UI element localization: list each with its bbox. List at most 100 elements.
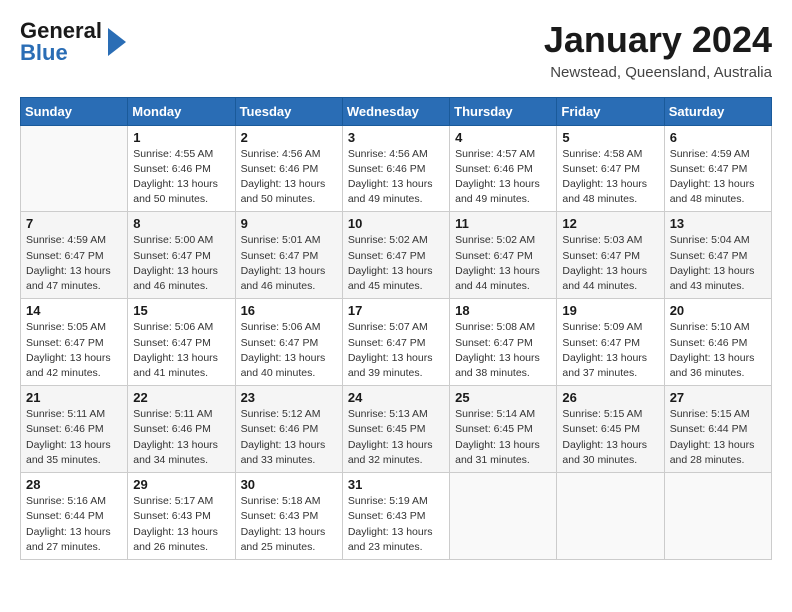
weekday-header-saturday: Saturday xyxy=(664,97,771,125)
day-number: 17 xyxy=(348,303,444,318)
weekday-header-friday: Friday xyxy=(557,97,664,125)
day-info: Sunrise: 5:19 AMSunset: 6:43 PMDaylight:… xyxy=(348,494,444,555)
day-number: 19 xyxy=(562,303,658,318)
day-info: Sunrise: 4:57 AMSunset: 6:46 PMDaylight:… xyxy=(455,147,551,208)
calendar-cell: 6 Sunrise: 4:59 AMSunset: 6:47 PMDaylight… xyxy=(664,125,771,212)
calendar-cell: 5 Sunrise: 4:58 AMSunset: 6:47 PMDaylight… xyxy=(557,125,664,212)
day-info: Sunrise: 4:56 AMSunset: 6:46 PMDaylight:… xyxy=(348,147,444,208)
day-number: 3 xyxy=(348,130,444,145)
day-info: Sunrise: 4:59 AMSunset: 6:47 PMDaylight:… xyxy=(670,147,766,208)
calendar-cell: 20 Sunrise: 5:10 AMSunset: 6:46 PMDayligh… xyxy=(664,299,771,386)
day-info: Sunrise: 5:15 AMSunset: 6:44 PMDaylight:… xyxy=(670,407,766,468)
calendar-cell: 3 Sunrise: 4:56 AMSunset: 6:46 PMDaylight… xyxy=(342,125,449,212)
logo: General Blue xyxy=(20,20,126,64)
calendar-cell xyxy=(557,473,664,560)
page-header: General Blue January 2024 Newstead, Quee… xyxy=(20,20,772,81)
day-number: 9 xyxy=(241,216,337,231)
day-info: Sunrise: 5:10 AMSunset: 6:46 PMDaylight:… xyxy=(670,320,766,381)
calendar-week-3: 14 Sunrise: 5:05 AMSunset: 6:47 PMDayligh… xyxy=(21,299,772,386)
calendar-cell xyxy=(450,473,557,560)
calendar-cell: 1Sunrise: 4:55 AMSunset: 6:46 PMDaylight… xyxy=(128,125,235,212)
day-number: 30 xyxy=(241,477,337,492)
day-info: Sunrise: 5:01 AMSunset: 6:47 PMDaylight:… xyxy=(241,233,337,294)
day-number: 1 xyxy=(133,130,229,145)
calendar-cell xyxy=(21,125,128,212)
calendar-cell: 15Sunrise: 5:06 AMSunset: 6:47 PMDayligh… xyxy=(128,299,235,386)
calendar-cell xyxy=(664,473,771,560)
calendar-cell: 24 Sunrise: 5:13 AMSunset: 6:45 PMDayligh… xyxy=(342,386,449,473)
day-info: Sunrise: 5:11 AMSunset: 6:46 PMDaylight:… xyxy=(133,407,229,468)
day-info: Sunrise: 5:00 AMSunset: 6:47 PMDaylight:… xyxy=(133,233,229,294)
day-number: 23 xyxy=(241,390,337,405)
calendar-cell: 17Sunrise: 5:07 AMSunset: 6:47 PMDayligh… xyxy=(342,299,449,386)
calendar-cell: 8 Sunrise: 5:00 AMSunset: 6:47 PMDaylight… xyxy=(128,212,235,299)
day-info: Sunrise: 5:12 AMSunset: 6:46 PMDaylight:… xyxy=(241,407,337,468)
calendar-table: SundayMondayTuesdayWednesdayThursdayFrid… xyxy=(20,97,772,560)
calendar-cell: 28 Sunrise: 5:16 AMSunset: 6:44 PMDayligh… xyxy=(21,473,128,560)
calendar-cell: 18 Sunrise: 5:08 AMSunset: 6:47 PMDayligh… xyxy=(450,299,557,386)
calendar-cell: 19 Sunrise: 5:09 AMSunset: 6:47 PMDayligh… xyxy=(557,299,664,386)
day-info: Sunrise: 5:18 AMSunset: 6:43 PMDaylight:… xyxy=(241,494,337,555)
day-info: Sunrise: 5:14 AMSunset: 6:45 PMDaylight:… xyxy=(455,407,551,468)
month-title: January 2024 xyxy=(544,20,772,60)
calendar-week-2: 7 Sunrise: 4:59 AMSunset: 6:47 PMDaylight… xyxy=(21,212,772,299)
day-number: 31 xyxy=(348,477,444,492)
day-info: Sunrise: 5:05 AMSunset: 6:47 PMDaylight:… xyxy=(26,320,122,381)
day-info: Sunrise: 5:08 AMSunset: 6:47 PMDaylight:… xyxy=(455,320,551,381)
day-info: Sunrise: 5:15 AMSunset: 6:45 PMDaylight:… xyxy=(562,407,658,468)
weekday-header-thursday: Thursday xyxy=(450,97,557,125)
day-number: 8 xyxy=(133,216,229,231)
day-number: 16 xyxy=(241,303,337,318)
calendar-cell: 25 Sunrise: 5:14 AMSunset: 6:45 PMDayligh… xyxy=(450,386,557,473)
day-number: 10 xyxy=(348,216,444,231)
calendar-cell: 21Sunrise: 5:11 AMSunset: 6:46 PMDayligh… xyxy=(21,386,128,473)
calendar-cell: 2Sunrise: 4:56 AMSunset: 6:46 PMDaylight… xyxy=(235,125,342,212)
calendar-cell: 23 Sunrise: 5:12 AMSunset: 6:46 PMDayligh… xyxy=(235,386,342,473)
day-number: 29 xyxy=(133,477,229,492)
logo-general: General xyxy=(20,20,102,42)
day-info: Sunrise: 4:56 AMSunset: 6:46 PMDaylight:… xyxy=(241,147,337,208)
day-number: 12 xyxy=(562,216,658,231)
calendar-cell: 12Sunrise: 5:03 AMSunset: 6:47 PMDayligh… xyxy=(557,212,664,299)
day-info: Sunrise: 5:02 AMSunset: 6:47 PMDaylight:… xyxy=(455,233,551,294)
day-info: Sunrise: 5:09 AMSunset: 6:47 PMDaylight:… xyxy=(562,320,658,381)
calendar-cell: 29Sunrise: 5:17 AMSunset: 6:43 PMDayligh… xyxy=(128,473,235,560)
day-info: Sunrise: 5:11 AMSunset: 6:46 PMDaylight:… xyxy=(26,407,122,468)
day-number: 5 xyxy=(562,130,658,145)
weekday-header-wednesday: Wednesday xyxy=(342,97,449,125)
weekday-header-monday: Monday xyxy=(128,97,235,125)
day-info: Sunrise: 5:06 AMSunset: 6:47 PMDaylight:… xyxy=(241,320,337,381)
location: Newstead, Queensland, Australia xyxy=(544,64,772,81)
title-area: January 2024 Newstead, Queensland, Austr… xyxy=(544,20,772,81)
weekday-header-sunday: Sunday xyxy=(21,97,128,125)
calendar-cell: 22Sunrise: 5:11 AMSunset: 6:46 PMDayligh… xyxy=(128,386,235,473)
day-number: 20 xyxy=(670,303,766,318)
day-info: Sunrise: 4:59 AMSunset: 6:47 PMDaylight:… xyxy=(26,233,122,294)
day-info: Sunrise: 5:04 AMSunset: 6:47 PMDaylight:… xyxy=(670,233,766,294)
calendar-cell: 26 Sunrise: 5:15 AMSunset: 6:45 PMDayligh… xyxy=(557,386,664,473)
day-number: 27 xyxy=(670,390,766,405)
calendar-cell: 30 Sunrise: 5:18 AMSunset: 6:43 PMDayligh… xyxy=(235,473,342,560)
day-number: 18 xyxy=(455,303,551,318)
day-number: 28 xyxy=(26,477,122,492)
day-info: Sunrise: 5:16 AMSunset: 6:44 PMDaylight:… xyxy=(26,494,122,555)
day-number: 24 xyxy=(348,390,444,405)
calendar-cell: 31 Sunrise: 5:19 AMSunset: 6:43 PMDayligh… xyxy=(342,473,449,560)
day-number: 15 xyxy=(133,303,229,318)
logo-arrow-icon xyxy=(104,28,126,56)
day-number: 25 xyxy=(455,390,551,405)
calendar-week-4: 21Sunrise: 5:11 AMSunset: 6:46 PMDayligh… xyxy=(21,386,772,473)
day-number: 14 xyxy=(26,303,122,318)
day-number: 7 xyxy=(26,216,122,231)
day-number: 26 xyxy=(562,390,658,405)
day-info: Sunrise: 4:58 AMSunset: 6:47 PMDaylight:… xyxy=(562,147,658,208)
day-info: Sunrise: 5:02 AMSunset: 6:47 PMDaylight:… xyxy=(348,233,444,294)
calendar-cell: 10 Sunrise: 5:02 AMSunset: 6:47 PMDayligh… xyxy=(342,212,449,299)
day-info: Sunrise: 5:13 AMSunset: 6:45 PMDaylight:… xyxy=(348,407,444,468)
day-number: 6 xyxy=(670,130,766,145)
calendar-week-1: 1Sunrise: 4:55 AMSunset: 6:46 PMDaylight… xyxy=(21,125,772,212)
calendar-cell: 27 Sunrise: 5:15 AMSunset: 6:44 PMDayligh… xyxy=(664,386,771,473)
logo-blue: Blue xyxy=(20,42,102,64)
calendar-cell: 11Sunrise: 5:02 AMSunset: 6:47 PMDayligh… xyxy=(450,212,557,299)
day-number: 4 xyxy=(455,130,551,145)
